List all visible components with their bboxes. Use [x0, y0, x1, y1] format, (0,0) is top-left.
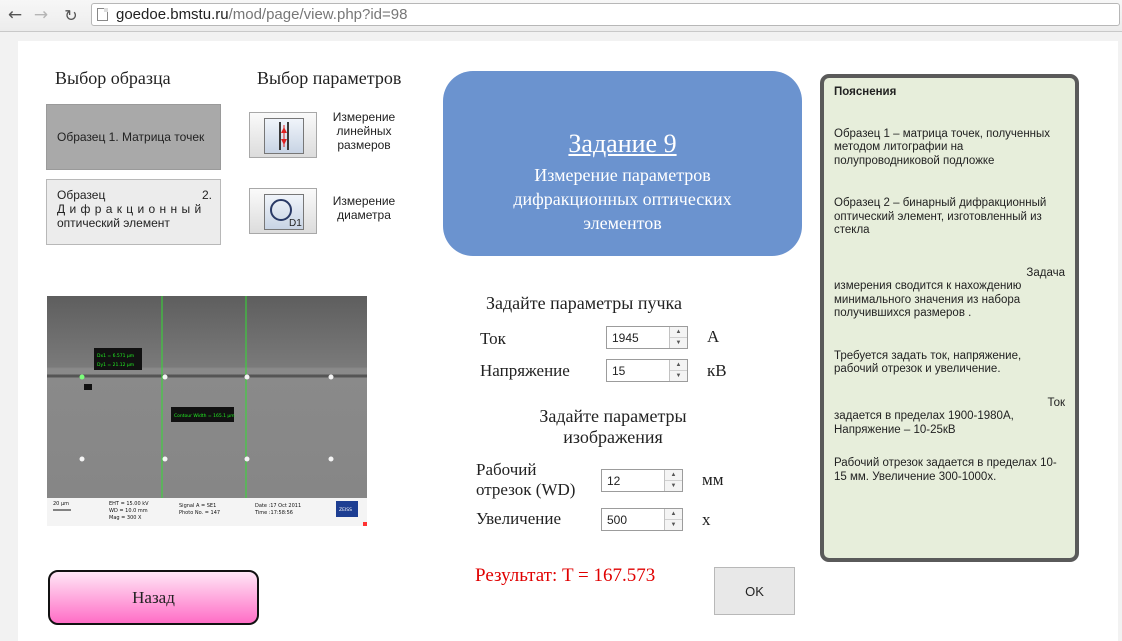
decrement-icon[interactable]: ▼	[665, 520, 682, 530]
svg-text:EHT = 15.00 kV: EHT = 15.00 kV	[109, 501, 149, 507]
linear-measure-button[interactable]	[249, 112, 317, 158]
note-wd-magnification: Рабочий отрезок задается в пределах 10-1…	[834, 457, 1057, 483]
sample-2-label-element: оптический элемент	[57, 216, 170, 230]
back-button[interactable]: Назад	[48, 570, 259, 625]
svg-text:Mag = 300 X: Mag = 300 X	[109, 515, 142, 521]
svg-text:Time :17:58:56: Time :17:58:56	[254, 510, 293, 516]
current-label: Ток	[480, 329, 506, 348]
back-label: Назад	[132, 587, 175, 607]
current-stepper[interactable]: 1945 ▲ ▼	[606, 326, 688, 349]
working-distance-unit: мм	[702, 470, 724, 489]
voltage-label: Напряжение	[480, 361, 570, 380]
working-distance-label: Рабочий отрезок (WD)	[476, 460, 576, 499]
working-distance-stepper[interactable]: 12 ▲ ▼	[601, 469, 683, 492]
image-params-heading: Задайте параметры изображения	[539, 406, 687, 447]
decrement-icon[interactable]: ▼	[670, 371, 687, 381]
svg-text:ZEISS: ZEISS	[339, 507, 352, 513]
reload-icon[interactable]: ↻	[60, 4, 82, 26]
sample-1-label: Образец 1. Матрица точек	[57, 130, 205, 144]
note-current-voltage: Ток задается в пределах 1900-1980А, Напря…	[834, 396, 1065, 436]
explanations-panel: Пояснения Образец 1 – матрица точек, пол…	[820, 74, 1079, 562]
svg-text:20 µm: 20 µm	[53, 501, 69, 507]
svg-text:Photo No. = 147: Photo No. = 147	[179, 510, 220, 516]
note-requirements: Требуется задать ток, напряжение, рабочи…	[834, 349, 1022, 376]
ok-label: OK	[745, 583, 764, 599]
diameter-measure-button[interactable]: D1	[249, 188, 317, 234]
working-distance-value: 12	[607, 474, 621, 488]
voltage-unit: кВ	[707, 361, 727, 380]
increment-icon[interactable]: ▲	[665, 509, 682, 520]
svg-text:Contour Width = 165.1 µm: Contour Width = 165.1 µm	[174, 413, 235, 419]
current-unit: А	[707, 327, 720, 346]
note-sample-1: Образец 1 – матрица точек, полученных ме…	[834, 127, 1051, 167]
voltage-stepper[interactable]: 15 ▲ ▼	[606, 359, 688, 382]
sem-micrograph: Dx1 = 6.571 µm Dy1 = 21.12 µm Contour Wi…	[47, 296, 367, 526]
forward-arrow-icon[interactable]: →	[30, 4, 52, 26]
svg-text:Dx1 = 6.571 µm: Dx1 = 6.571 µm	[97, 353, 134, 359]
decrement-icon[interactable]: ▼	[665, 481, 682, 491]
decrement-icon[interactable]: ▼	[670, 338, 687, 348]
sample-2-button[interactable]: Образец 2. Д и ф р а к ц и о н н ы й опти…	[46, 179, 221, 245]
note-task: Задача измерения сводится к нахождению ми…	[834, 266, 1065, 320]
linear-measure-icon	[264, 118, 304, 154]
current-value: 1945	[612, 331, 639, 345]
increment-icon[interactable]: ▲	[670, 360, 687, 371]
svg-text:Signal A = SE1: Signal A = SE1	[179, 503, 216, 509]
task-panel: Задание 9 Измерение параметров дифракцио…	[443, 71, 802, 256]
sample-2-label-diffraction: Д и ф р а к ц и о н н ы й	[57, 202, 202, 216]
result-text: Результат: T = 167.573	[475, 565, 656, 586]
increment-icon[interactable]: ▲	[670, 327, 687, 338]
svg-text:D1: D1	[289, 218, 302, 229]
url-text: goedoe.bmstu.ru/mod/page/view.php?id=98	[116, 6, 408, 23]
diameter-measure-icon: D1	[264, 194, 304, 230]
sample-2-label-word: Образец	[57, 188, 106, 202]
beam-params-heading: Задайте параметры пучка	[486, 293, 682, 313]
parameter-selection-heading: Выбор параметров	[257, 68, 402, 88]
svg-text:Date :17 Oct 2011: Date :17 Oct 2011	[255, 503, 301, 509]
sample-selection-heading: Выбор образца	[55, 68, 171, 88]
page-icon	[97, 8, 108, 21]
back-arrow-icon[interactable]: ←	[4, 4, 26, 26]
ok-button[interactable]: OK	[714, 567, 795, 615]
increment-icon[interactable]: ▲	[665, 470, 682, 481]
sample-2-label-number: 2.	[201, 188, 212, 202]
explanations-title: Пояснения	[834, 86, 897, 98]
linear-measure-label: Измерение линейных размеров	[332, 110, 396, 152]
note-sample-2: Образец 2 – бинарный дифракционный оптич…	[834, 197, 1047, 236]
sample-1-button[interactable]: Образец 1. Матрица точек	[46, 104, 221, 170]
magnification-value: 500	[607, 513, 628, 527]
task-subtitle: Измерение параметров дифракционных оптич…	[513, 165, 732, 233]
browser-toolbar: ← → ↻ goedoe.bmstu.ru/mod/page/view.php?…	[0, 0, 1122, 32]
magnification-label: Увеличение	[476, 509, 562, 528]
address-bar[interactable]: goedoe.bmstu.ru/mod/page/view.php?id=98	[91, 3, 1120, 26]
svg-text:WD = 10.0 mm: WD = 10.0 mm	[109, 508, 148, 514]
voltage-value: 15	[612, 364, 626, 378]
page-content: Выбор образца Выбор параметров Образец 1…	[18, 41, 1118, 641]
magnification-stepper[interactable]: 500 ▲ ▼	[601, 508, 683, 531]
svg-text:Dy1 = 21.12 µm: Dy1 = 21.12 µm	[97, 362, 134, 368]
magnification-unit: х	[702, 510, 711, 529]
task-title: Задание 9	[568, 129, 677, 158]
diameter-measure-label: Измерение диаметра	[332, 194, 396, 222]
